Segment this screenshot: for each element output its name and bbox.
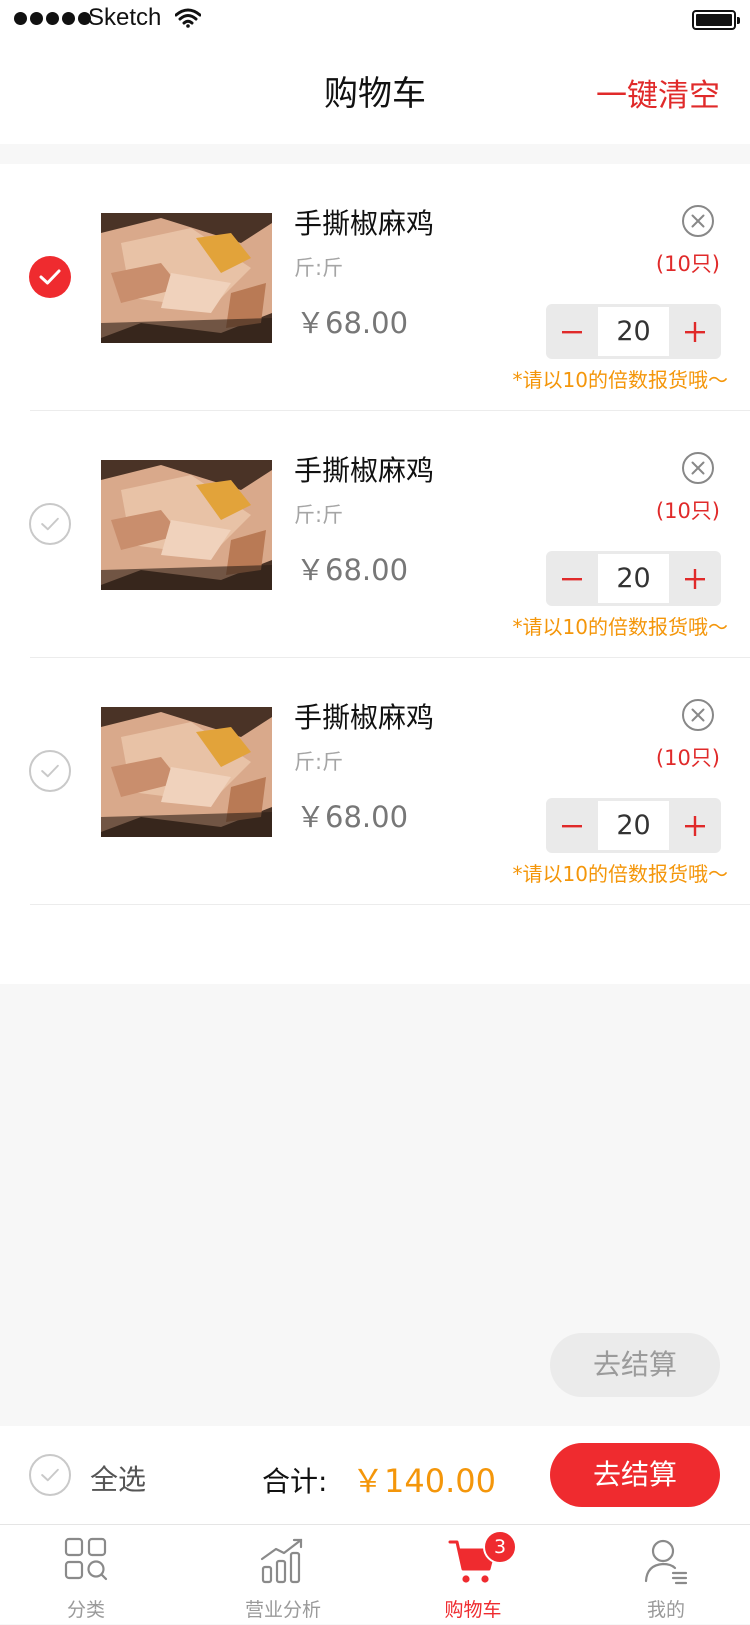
increase-button[interactable] — [669, 551, 721, 606]
item-select-checkbox[interactable] — [29, 503, 71, 545]
floating-checkout-button[interactable]: 去结算 — [550, 1333, 720, 1397]
unit-note: (10只) — [655, 499, 720, 523]
tab-category[interactable]: 分类 — [16, 1525, 156, 1625]
quantity-value[interactable]: 20 — [598, 554, 669, 603]
unit-note: (10只) — [655, 252, 720, 276]
tab-label: 分类 — [66, 1599, 105, 1621]
checkout-button[interactable]: 去结算 — [550, 1443, 720, 1507]
tab-cart[interactable]: 3 购物车 — [403, 1525, 543, 1625]
increase-button[interactable] — [669, 798, 721, 853]
product-price: ￥68.00 — [296, 553, 409, 587]
carrier-name: Sketch — [88, 4, 162, 31]
decrease-button[interactable] — [546, 304, 598, 359]
item-select-checkbox[interactable] — [29, 256, 71, 298]
product-spec: 斤:斤 — [294, 750, 344, 774]
tab-business-analysis[interactable]: 营业分析 — [213, 1525, 353, 1625]
cart-list: 手撕椒麻鸡 斤:斤 ￥68.00 (10只) 20 *请以10的倍数报货哦～ 手… — [0, 164, 750, 984]
product-name: 手撕椒麻鸡 — [294, 454, 435, 487]
select-all-checkbox[interactable] — [29, 1454, 71, 1496]
minus-icon — [562, 330, 582, 333]
quantity-value[interactable]: 20 — [598, 307, 669, 356]
plus-icon — [685, 321, 705, 342]
product-image[interactable] — [101, 213, 272, 343]
checkmark-icon — [39, 269, 61, 285]
status-bar: Sketch — [0, 0, 750, 40]
product-spec: 斤:斤 — [294, 503, 344, 527]
clear-cart-button[interactable]: 一键清空 — [596, 70, 720, 115]
product-price: ￥68.00 — [296, 306, 409, 340]
tab-bar: 分类 营业分析 3 购物车 我的 — [0, 1524, 750, 1624]
quantity-stepper: 20 — [546, 798, 721, 853]
tab-label: 我的 — [646, 1599, 685, 1621]
product-name: 手撕椒麻鸡 — [294, 207, 435, 240]
cart-item: 手撕椒麻鸡 斤:斤 ￥68.00 (10只) 20 *请以10的倍数报货哦～ — [0, 164, 750, 411]
user-profile-icon — [644, 1539, 688, 1585]
checkout-bar: 全选 合计: ￥140.00 去结算 — [0, 1426, 750, 1524]
product-price: ￥68.00 — [296, 800, 409, 834]
product-image[interactable] — [101, 460, 272, 590]
product-name: 手撕椒麻鸡 — [294, 701, 435, 734]
quantity-value[interactable]: 20 — [598, 801, 669, 850]
divider — [30, 904, 750, 905]
bar-chart-icon — [260, 1538, 303, 1584]
tab-label: 营业分析 — [244, 1599, 321, 1621]
order-multiple-hint: *请以10的倍数报货哦～ — [512, 368, 728, 392]
category-grid-icon — [64, 1537, 108, 1581]
unit-note: (10只) — [655, 746, 720, 770]
remove-item-icon[interactable] — [681, 204, 715, 238]
product-spec: 斤:斤 — [294, 256, 344, 280]
minus-icon — [562, 577, 582, 580]
select-all-label: 全选 — [90, 1463, 147, 1496]
product-image[interactable] — [101, 707, 272, 837]
tab-profile[interactable]: 我的 — [596, 1525, 736, 1625]
decrease-button[interactable] — [546, 551, 598, 606]
plus-icon — [685, 568, 705, 589]
total-amount: ￥140.00 — [352, 1462, 496, 1500]
total-label: 合计: — [262, 1465, 328, 1498]
remove-item-icon[interactable] — [681, 451, 715, 485]
quantity-stepper: 20 — [546, 304, 721, 359]
checkmark-icon — [41, 764, 59, 778]
battery-icon — [692, 10, 740, 30]
plus-icon — [685, 815, 705, 836]
remove-item-icon[interactable] — [681, 698, 715, 732]
tab-label: 购物车 — [444, 1599, 502, 1621]
decrease-button[interactable] — [546, 798, 598, 853]
cart-item: 手撕椒麻鸡 斤:斤 ￥68.00 (10只) 20 *请以10的倍数报货哦～ — [0, 658, 750, 905]
checkmark-icon — [41, 517, 59, 531]
increase-button[interactable] — [669, 304, 721, 359]
minus-icon — [562, 824, 582, 827]
item-select-checkbox[interactable] — [29, 750, 71, 792]
quantity-stepper: 20 — [546, 551, 721, 606]
wifi-icon — [175, 8, 201, 28]
signal-strength-icon — [14, 12, 91, 25]
order-multiple-hint: *请以10的倍数报货哦～ — [512, 862, 728, 886]
checkmark-icon — [41, 1468, 59, 1482]
nav-bar: 购物车 一键清空 — [0, 40, 750, 144]
order-multiple-hint: *请以10的倍数报货哦～ — [512, 615, 728, 639]
cart-count-badge: 3 — [483, 1530, 517, 1564]
cart-item: 手撕椒麻鸡 斤:斤 ￥68.00 (10只) 20 *请以10的倍数报货哦～ — [0, 411, 750, 658]
